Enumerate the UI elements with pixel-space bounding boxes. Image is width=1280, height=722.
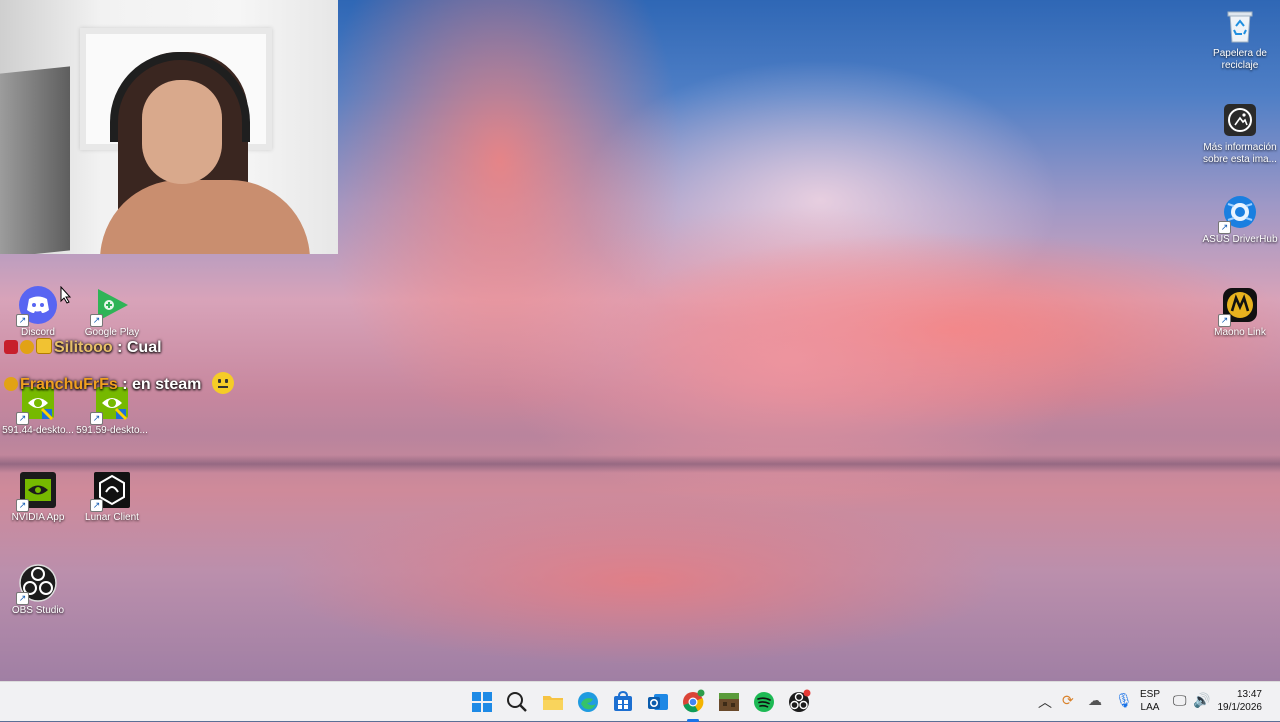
desktop-icon-label: NVIDIA App: [11, 512, 65, 523]
desktop-icon-lunar-client[interactable]: ↗ Lunar Client: [74, 470, 150, 524]
chat-separator: :: [117, 376, 133, 393]
chrome-button[interactable]: [680, 689, 706, 722]
tray-microphone-button[interactable]: 🎙: [1115, 692, 1133, 709]
show-hidden-icons-button[interactable]: ︿: [1038, 692, 1052, 712]
tray-onedrive-button[interactable]: ☁: [1088, 692, 1102, 709]
network-icon: 🖵: [1173, 692, 1187, 708]
desktop-icon-nvidia-app[interactable]: ↗ NVIDIA App: [0, 470, 76, 524]
desktop-icon-label: Maono Link: [1214, 327, 1266, 338]
language-bottom: LAA: [1140, 702, 1160, 713]
chat-separator: :: [112, 339, 127, 356]
chat-message-1: Silitooo : Cual: [4, 338, 162, 357]
language-top: ESP: [1140, 689, 1161, 700]
volume-icon: 🔊: [1193, 692, 1211, 708]
tray-volume-button[interactable]: 🔊: [1193, 692, 1210, 709]
desktop-icon-maono-link[interactable]: ↗ Maono Link: [1202, 285, 1278, 339]
minecraft-icon: [719, 693, 739, 711]
number-badge-icon: [20, 340, 34, 354]
desktop-icon-google-play[interactable]: ↗ Google Play: [74, 285, 150, 339]
nvidia-app-icon: ↗: [16, 470, 58, 512]
desktop-icon-label: 591.59-deskto...: [76, 425, 148, 436]
obs-studio-icon: ↗: [16, 563, 58, 605]
desktop-icon-label: Lunar Client: [85, 512, 139, 523]
obs-icon: [789, 689, 811, 712]
chat-text: Cual: [126, 339, 162, 356]
desktop-icon-label: ASUS DriverHub: [1202, 234, 1278, 245]
channel-badge-icon: [4, 340, 18, 354]
outlook-button[interactable]: [645, 689, 671, 715]
spotify-button[interactable]: [751, 689, 777, 715]
minecraft-button[interactable]: [716, 689, 742, 715]
webcam-door: [0, 66, 70, 254]
start-button[interactable]: [469, 689, 495, 715]
sync-icon: ⟳: [1062, 692, 1074, 708]
chat-username: FranchuFrFs: [20, 376, 118, 393]
taskbar: ︿ ⟳ ☁ 🎙 ESP LAA 🖵 🔊 13:47 19/1/2026: [0, 681, 1280, 722]
webcam-overlay: [0, 0, 338, 254]
chat-message-2: FranchuFrFs : en steam: [4, 372, 234, 394]
gift-badge-icon: [36, 338, 52, 354]
desktop-icon-label: Más información sobre esta ima...: [1203, 142, 1277, 165]
desktop-icon-spotlight-info[interactable]: Más información sobre esta ima...: [1202, 100, 1278, 166]
desktop-icon-label: OBS Studio: [11, 605, 65, 616]
chat-text: en steam: [132, 376, 202, 393]
obs-taskbar-button[interactable]: [786, 689, 812, 715]
desktop-icon-obs-studio[interactable]: ↗ OBS Studio: [0, 563, 76, 617]
clock-date: 19/1/2026: [1217, 702, 1263, 713]
tray-network-button[interactable]: 🖵: [1173, 692, 1187, 709]
recycle-bin-icon: [1220, 6, 1260, 46]
start-icon: [472, 692, 492, 712]
edge-icon: [578, 692, 598, 712]
store-icon: [614, 690, 632, 711]
outlook-icon: [648, 694, 668, 710]
chrome-icon: [683, 689, 705, 713]
search-button[interactable]: [504, 689, 530, 715]
edge-button[interactable]: [575, 689, 601, 715]
neutral-face-emoji-icon: [211, 372, 234, 394]
desktop-icon-label: 591.44-deskto...: [2, 425, 74, 436]
clock-time: 13:47: [1236, 689, 1262, 700]
desktop-icon-recycle-bin[interactable]: Papelera de reciclaje: [1202, 6, 1278, 72]
spotlight-info-icon: [1220, 100, 1260, 140]
search-icon: [507, 692, 527, 712]
google-play-icon: ↗: [90, 285, 132, 327]
number-badge-icon: [4, 377, 18, 391]
discord-icon: ↗: [16, 285, 58, 327]
asus-driverhub-icon: ↗: [1218, 192, 1260, 234]
file-explorer-icon: [543, 696, 563, 710]
spotify-icon: [754, 692, 774, 712]
lunar-client-icon: ↗: [90, 470, 132, 512]
maono-link-icon: ↗: [1218, 285, 1260, 327]
desktop-icon-label: Papelera de reciclaje: [1213, 48, 1267, 71]
tray-sync-button[interactable]: ⟳: [1062, 692, 1074, 709]
file-explorer-button[interactable]: [540, 689, 566, 715]
clock[interactable]: 13:47 19/1/2026: [1218, 688, 1263, 714]
wallpaper-horizon: [0, 455, 1280, 473]
desktop-icon-asus-driverhub[interactable]: ↗ ASUS DriverHub: [1202, 192, 1278, 246]
cloud-icon: ☁: [1088, 692, 1102, 708]
language-indicator[interactable]: ESP LAA: [1140, 688, 1160, 714]
desktop-wallpaper: ↗ Discord ↗ Google Play ↗ 591.44-deskto.…: [0, 0, 1280, 681]
mouse-cursor-icon: [60, 285, 72, 309]
store-button[interactable]: [610, 689, 636, 715]
chat-username: Silitooo: [54, 339, 113, 356]
chevron-up-icon: ︿: [1038, 694, 1052, 710]
microphone-icon: 🎙: [1115, 692, 1133, 708]
